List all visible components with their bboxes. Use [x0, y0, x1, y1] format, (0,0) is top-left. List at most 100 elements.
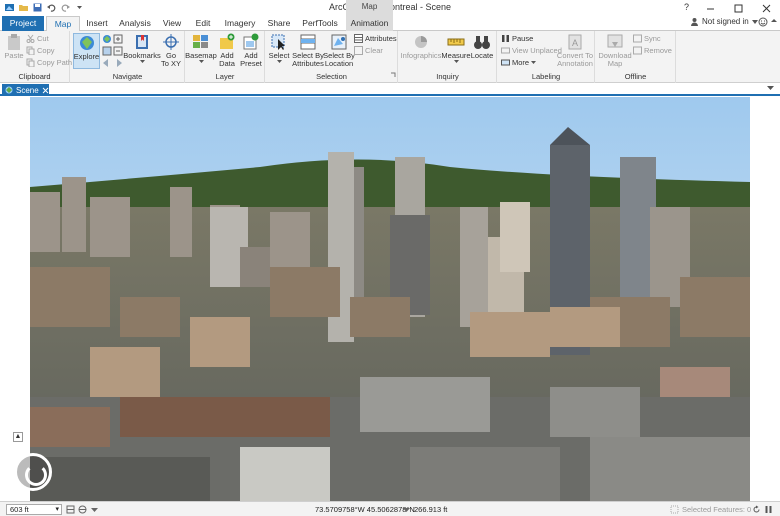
paste-button[interactable]: Paste	[3, 33, 25, 60]
select-by-location-button[interactable]: Select By Location	[323, 33, 355, 68]
group-label-navigate: Navigate	[112, 72, 143, 81]
coordinate-format-chevron-down-icon[interactable]	[402, 505, 411, 514]
add-data-button[interactable]: Add Data	[216, 33, 238, 68]
tab-scene[interactable]: Scene	[2, 84, 49, 96]
more-label: More	[512, 58, 530, 67]
paste-label: Paste	[4, 51, 24, 60]
scale-options-icon[interactable]	[66, 505, 75, 514]
next-extent-icon[interactable]	[113, 58, 123, 68]
tab-imagery[interactable]: Imagery	[221, 16, 259, 31]
select-by-location-icon	[331, 34, 347, 50]
selected-features-icon	[670, 505, 679, 514]
go-to-xy-button[interactable]: Go To XY	[159, 33, 183, 68]
tab-animation[interactable]: Animation	[346, 16, 393, 31]
explore-button[interactable]: Explore	[73, 33, 100, 69]
bookmarks-button[interactable]: Bookmarks	[123, 33, 161, 64]
view-unplaced-button[interactable]: View Unplaced	[501, 46, 562, 55]
locate-label: Locate	[470, 51, 494, 60]
binoculars-icon	[474, 36, 490, 49]
refresh-icon[interactable]	[752, 505, 761, 514]
infographics-button[interactable]: Infographics	[400, 33, 442, 60]
sync-icon	[633, 34, 642, 43]
full-extent-icon[interactable]	[102, 34, 112, 44]
more-labeling-button[interactable]: More	[501, 58, 537, 67]
group-label-inquiry: Inquiry	[436, 72, 459, 81]
coordinate-system-icon[interactable]	[78, 505, 87, 514]
previous-extent-icon[interactable]	[102, 58, 112, 68]
group-offline: Download Map Sync Remove Offline	[596, 31, 676, 83]
ribbon-collapse-icon[interactable]	[770, 17, 778, 27]
copy-path-button[interactable]: Copy Path	[26, 58, 72, 67]
group-label-offline: Offline	[624, 72, 647, 81]
chevron-down-icon	[198, 60, 204, 63]
copy-icon	[26, 46, 35, 55]
coordinate-readout: 73.5709758°W 45.5062878°N	[315, 505, 415, 514]
view-unplaced-label: View Unplaced	[512, 46, 562, 55]
tab-insert[interactable]: Insert	[82, 16, 112, 31]
add-preset-button[interactable]: Add Preset	[239, 33, 263, 68]
paste-icon	[8, 34, 20, 50]
group-clipboard: Paste Cut Copy Copy Path Clipboard	[0, 31, 72, 83]
navigator-expand-chevron-up-icon[interactable]: ▲	[13, 432, 23, 442]
scene-tab-label: Scene	[16, 85, 39, 95]
copy-button[interactable]: Copy	[26, 46, 55, 55]
basemap-button[interactable]: Basemap	[185, 33, 217, 64]
download-map-button[interactable]: Download Map	[598, 33, 632, 68]
add-preset-label-2: Preset	[240, 59, 262, 68]
tab-view[interactable]: View	[158, 16, 186, 31]
close-button[interactable]	[752, 0, 780, 16]
sign-in-status[interactable]: Not signed in	[690, 17, 758, 26]
selected-features-count: Selected Features: 0	[682, 505, 752, 514]
chevron-down-icon	[453, 60, 459, 63]
select-by-attributes-button[interactable]: Select By Attributes	[292, 33, 324, 68]
tab-edit[interactable]: Edit	[190, 16, 216, 31]
zoom-to-selection-icon[interactable]	[102, 46, 112, 56]
ribbon: Paste Cut Copy Copy Path Clipboard Explo…	[0, 31, 780, 83]
tab-share[interactable]: Share	[264, 16, 294, 31]
remove-button[interactable]: Remove	[633, 46, 672, 55]
measure-label: Measure	[441, 51, 471, 60]
fixed-zoom-out-icon[interactable]	[113, 46, 123, 56]
tab-project[interactable]: Project	[2, 16, 44, 31]
remove-label: Remove	[644, 46, 672, 55]
tab-list-chevron-down-icon[interactable]	[767, 84, 774, 93]
group-labeling: Pause View Unplaced More A Convert To An…	[498, 31, 595, 83]
pause-label: Pause	[512, 34, 534, 43]
close-icon[interactable]	[42, 87, 49, 94]
measure-button[interactable]: Measure	[441, 33, 471, 64]
convert-to-annotation-button[interactable]: A Convert To Annotation	[556, 33, 594, 68]
navigator-control[interactable]	[14, 453, 52, 491]
tab-analysis[interactable]: Analysis	[116, 16, 154, 31]
pause-icon	[502, 35, 509, 42]
attributes-button[interactable]: Attributes	[354, 34, 397, 43]
map-view[interactable]: ▲	[0, 97, 780, 501]
pause-drawing-icon[interactable]	[764, 505, 773, 514]
tab-perftools[interactable]: PerfTools	[298, 16, 342, 31]
fixed-zoom-in-icon[interactable]	[113, 34, 123, 44]
more-labeling-icon	[501, 59, 510, 66]
select-by-attributes-label-2: Attributes	[292, 59, 324, 68]
clear-selection-icon	[354, 46, 363, 55]
minimize-button[interactable]	[696, 0, 724, 16]
cut-button[interactable]: Cut	[26, 34, 49, 43]
select-button[interactable]: Select	[267, 33, 291, 64]
tab-map[interactable]: Map	[46, 16, 80, 32]
convert-annotation-icon: A	[568, 34, 582, 50]
smiley-feedback-icon[interactable]	[758, 17, 768, 29]
remove-icon	[633, 46, 642, 55]
city-scene-image	[30, 97, 750, 501]
clear-selection-button[interactable]: Clear	[354, 46, 383, 55]
explore-globe-icon	[79, 36, 94, 50]
copy-label: Copy	[37, 46, 55, 55]
scene-3d-view[interactable]	[30, 97, 750, 501]
map-units-chevron-down-icon[interactable]	[90, 505, 99, 514]
bookmarks-label: Bookmarks	[123, 51, 161, 60]
scale-selector[interactable]: 603 ft ▾	[6, 504, 62, 515]
locate-button[interactable]: Locate	[470, 33, 494, 60]
help-button[interactable]: ?	[684, 2, 689, 12]
sync-button[interactable]: Sync	[633, 34, 661, 43]
infographics-icon	[415, 36, 427, 48]
maximize-button[interactable]	[724, 0, 752, 16]
pause-labeling-button[interactable]: Pause	[501, 34, 533, 43]
add-data-label-2: Data	[219, 59, 235, 68]
